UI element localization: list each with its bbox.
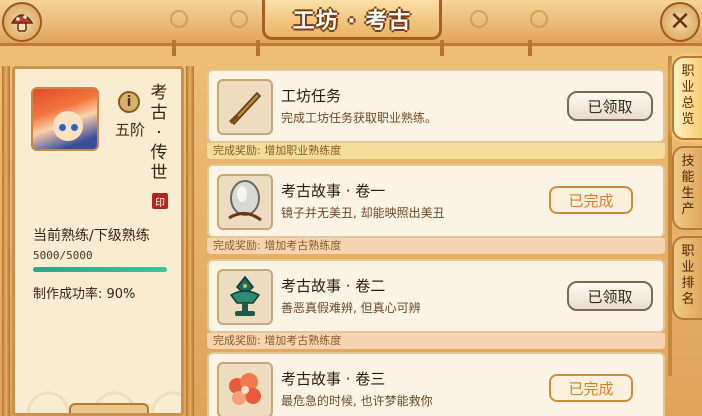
task-name: 考古故事 · 卷一	[281, 182, 386, 200]
completed-button[interactable]: 已完成	[549, 374, 633, 402]
task-reward: 完成奖励: 增加考古熟练度	[207, 333, 665, 349]
bronze-dagger-icon	[217, 79, 273, 135]
tab-label: 技能生产	[681, 154, 695, 217]
task-name: 考古故事 · 卷三	[281, 370, 386, 388]
task-desc: 善恶真假难辨, 但真心可辨	[281, 301, 421, 315]
task-desc: 最危急的时候, 也许梦能救你	[281, 394, 433, 408]
claimed-button[interactable]: 已领取	[567, 281, 653, 311]
tab-profession-overview[interactable]: 职业总览	[672, 56, 702, 140]
task-list: 工坊任务 完成工坊任务获取职业熟练。 已领取 完成奖励: 增加职业熟练度 考古故…	[207, 69, 665, 416]
task-reward: 完成奖励: 增加职业熟练度	[207, 143, 665, 159]
profession-title: 考古 · 传世	[150, 83, 168, 183]
task-desc: 镜子并无美丑, 却能映照出美丑	[281, 206, 445, 220]
task-desc: 完成工坊任务获取职业熟练。	[281, 111, 438, 125]
home-button[interactable]	[2, 2, 42, 42]
tab-profession-ranking[interactable]: 职业排名	[672, 236, 702, 320]
success-rate: 制作成功率: 90%	[33, 287, 136, 302]
seal-stamp: 印	[152, 193, 168, 209]
close-icon: ✕	[669, 7, 691, 37]
frame-pole-left	[2, 66, 10, 416]
tab-label: 职业总览	[681, 64, 695, 127]
claimed-button[interactable]: 已领取	[567, 91, 653, 121]
ornament-icon	[530, 10, 548, 28]
title-plaque: 工坊 · 考古	[262, 0, 442, 40]
grade-label: 五阶	[115, 121, 146, 139]
mushroom-home-icon	[10, 14, 34, 32]
task-name: 考古故事 · 卷二	[281, 277, 386, 295]
frame-pole-middle	[186, 66, 194, 416]
task-reward: 完成奖励: 增加考古熟练度	[207, 238, 665, 254]
task-name: 工坊任务	[281, 87, 342, 105]
bronze-mirror-icon	[217, 174, 273, 230]
progress-fill	[33, 267, 167, 272]
bottom-button[interactable]	[69, 403, 149, 413]
progress-label: 当前熟练/下级熟练	[33, 228, 150, 244]
tab-label: 职业排名	[681, 244, 695, 307]
avatar	[31, 87, 99, 151]
info-button[interactable]: i	[118, 91, 140, 113]
profile-panel: i 五阶 考古 · 传世 印 当前熟练/下级熟练 5000/5000 制作成功率…	[12, 66, 184, 416]
hanging-cord	[440, 40, 444, 56]
jade-lamp-icon	[217, 269, 273, 325]
hanging-cord	[256, 40, 260, 56]
progress-value: 5000/5000	[33, 249, 93, 262]
hanging-cord	[528, 40, 532, 56]
completed-button[interactable]: 已完成	[549, 186, 633, 214]
close-button[interactable]: ✕	[660, 2, 700, 42]
page-title: 工坊 · 考古	[292, 8, 412, 34]
ornament-icon	[470, 10, 488, 28]
ornament-icon	[230, 10, 248, 28]
tab-skill-production[interactable]: 技能生产	[672, 146, 702, 230]
ornament-icon	[170, 10, 188, 28]
progress-bar	[33, 267, 167, 272]
red-cloud-relic-icon	[217, 362, 273, 416]
hanging-cord	[172, 40, 176, 56]
